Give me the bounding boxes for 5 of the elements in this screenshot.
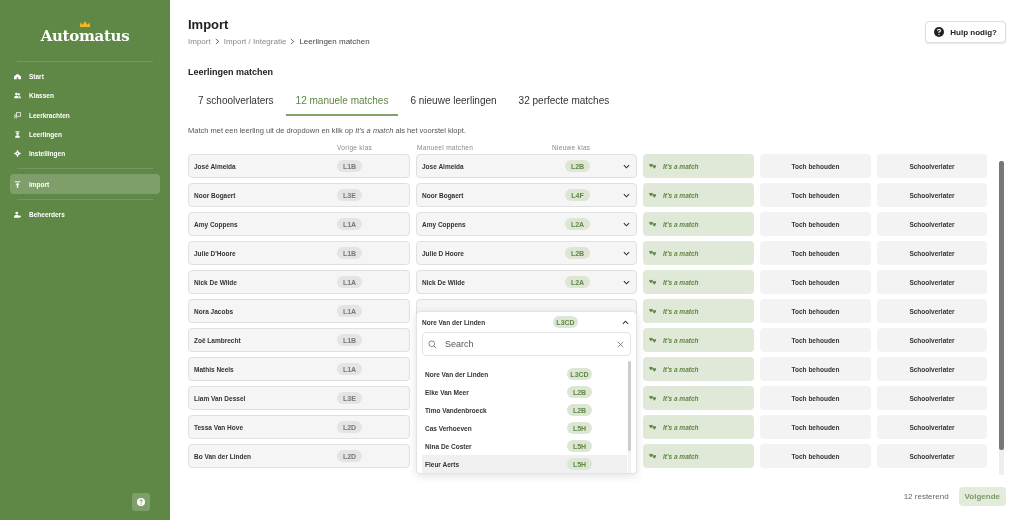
logo: Automatus: [40, 27, 130, 45]
remaining-count: 12 resterend: [903, 492, 949, 501]
breadcrumb-current: Leerlingen matchen: [299, 37, 370, 46]
page-title: Import: [188, 17, 230, 32]
section-title: Leerlingen matchen: [188, 67, 275, 77]
